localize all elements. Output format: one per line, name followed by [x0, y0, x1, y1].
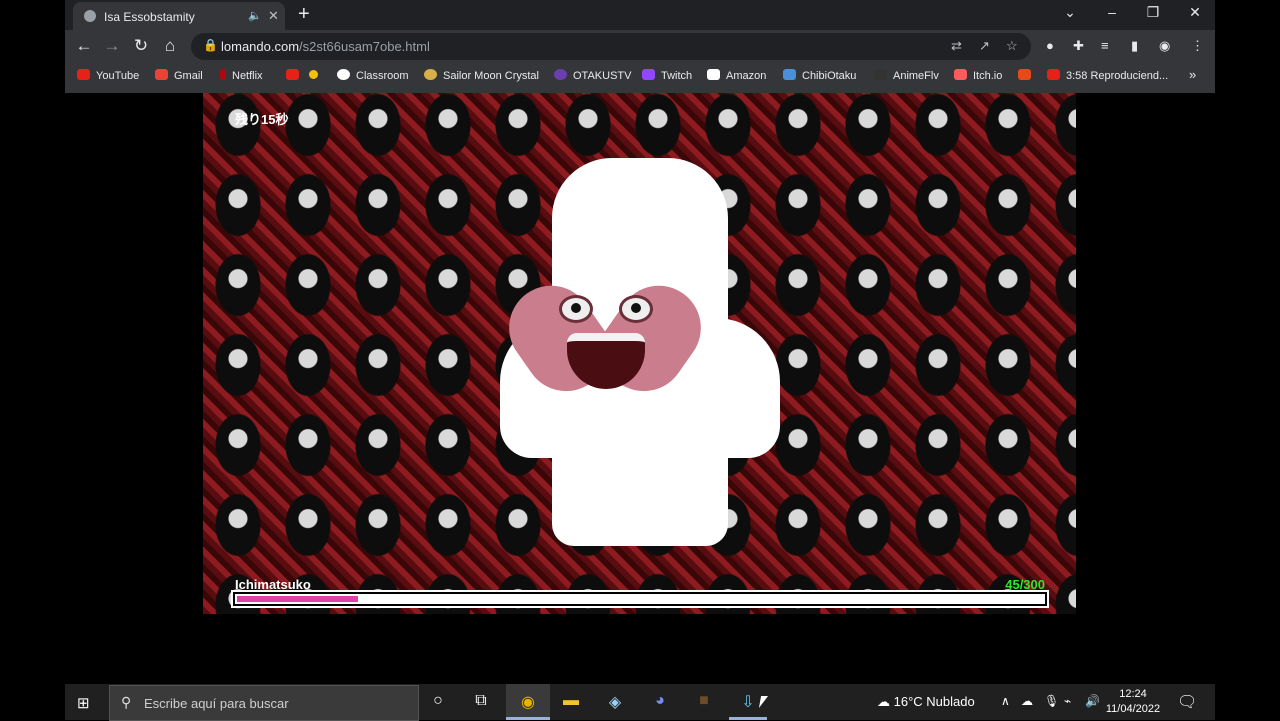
bookmark-classroom[interactable]: Classroom: [337, 69, 409, 82]
notification-icon[interactable]: 🗨: [1177, 692, 1197, 712]
chrome-icon[interactable]: ◉: [513, 692, 543, 712]
back-button[interactable]: ←: [73, 36, 95, 56]
bookmark-netflix[interactable]: Netflix: [220, 69, 263, 82]
cloud-icon: ☁: [877, 694, 894, 709]
bookmark-youtube[interactable]: YouTube: [77, 69, 139, 82]
moon-icon: [424, 69, 437, 80]
netflix-icon: [220, 69, 226, 80]
animeflv-icon: [874, 69, 887, 80]
bookmarks-bar: YouTube Gmail Netflix Classroom Sailor M…: [65, 63, 1215, 93]
tab-search-icon[interactable]: ⌄: [1050, 4, 1090, 21]
game-canvas[interactable]: 残り15秒 Ichimatsuko 45/300: [203, 93, 1076, 614]
reload-button[interactable]: ↻: [130, 36, 152, 56]
clock-time: 12:24: [1119, 688, 1147, 700]
minimize-button[interactable]: –: [1092, 4, 1132, 20]
lock-icon[interactable]: 🔒: [203, 38, 218, 52]
clock-date: 11/04/2022: [1105, 703, 1161, 715]
network-icon[interactable]: ⌁: [1064, 694, 1071, 708]
tab-strip: Isa Essobstamity 🔈 ✕ + ⌄ – ❐ ✕: [65, 0, 1215, 30]
search-icon: ⚲: [121, 694, 132, 710]
bookmark-chibiotaku[interactable]: ChibiOtaku: [783, 69, 856, 82]
more-bookmarks-chevron-icon[interactable]: »: [1189, 67, 1196, 82]
speaker-icon[interactable]: 🔈: [248, 9, 262, 22]
google-icon: [337, 69, 350, 80]
hp-bar: [231, 590, 1049, 608]
bookmark-animeflv[interactable]: AnimeFlv: [874, 69, 939, 82]
bookmark-gmail[interactable]: Gmail: [155, 69, 203, 82]
bookmark-sparkle[interactable]: [309, 69, 324, 81]
itchio-icon: [954, 69, 967, 80]
menu-dots-icon[interactable]: ⋮: [1191, 38, 1204, 54]
hp-bar-fill: [237, 596, 358, 602]
bookmark-amazon[interactable]: Amazon: [707, 69, 766, 82]
home-button[interactable]: ⌂: [159, 36, 181, 56]
tab-title: Isa Essobstamity: [104, 10, 195, 24]
url-text[interactable]: lomando.com/s2st66usam7obe.html: [221, 39, 430, 54]
close-window-button[interactable]: ✕: [1175, 4, 1215, 21]
bookmark-now-playing[interactable]: 3:58 Reproduciend...: [1047, 69, 1168, 82]
restore-button[interactable]: ❐: [1133, 4, 1173, 21]
right-eye: [619, 295, 653, 323]
hp-counter: 45/300: [1005, 577, 1045, 592]
heart-monster-face[interactable]: [492, 263, 718, 418]
extension-avatar-icon[interactable]: ●: [1046, 38, 1054, 53]
steam-icon[interactable]: ◈: [600, 692, 630, 712]
bookmark-itchio[interactable]: Itch.io: [954, 69, 1002, 82]
left-eye: [559, 295, 593, 323]
bookmark-otakustv[interactable]: OTAKUSTV: [554, 69, 631, 82]
cortana-icon[interactable]: ○: [423, 692, 453, 710]
browser-toolbar: ← → ↻ ⌂ 🔒 lomando.com/s2st66usam7obe.htm…: [65, 30, 1215, 63]
share-icon[interactable]: ↗: [979, 38, 990, 54]
taskbar: ⊞ ⚲ Escribe aquí para buscar ○ ⧉ ◉ ▬ ◈ ◕…: [65, 684, 1215, 721]
side-panel-icon[interactable]: ▮: [1131, 38, 1138, 54]
minecraft-icon[interactable]: ■: [689, 692, 719, 710]
search-placeholder: Escribe aquí para buscar: [144, 696, 289, 711]
taskbar-search-box[interactable]: ⚲ Escribe aquí para buscar: [109, 685, 419, 721]
onedrive-icon[interactable]: ☁: [1021, 694, 1033, 708]
browser-window: Isa Essobstamity 🔈 ✕ + ⌄ – ❐ ✕ ← → ↻ ⌂ 🔒…: [65, 0, 1215, 93]
bookmark-red-icon[interactable]: [1018, 69, 1037, 82]
windows-start-icon[interactable]: ⊞: [77, 694, 90, 712]
microphone-icon[interactable]: 🎙: [1044, 694, 1059, 708]
gmail-icon: [155, 69, 168, 80]
discord-icon[interactable]: ◕: [645, 692, 675, 710]
globe-icon: [84, 10, 96, 22]
amazon-icon: [707, 69, 720, 80]
weather-widget[interactable]: ☁ 16°C Nublado: [877, 694, 975, 710]
fox-icon: [1018, 69, 1031, 80]
address-bar[interactable]: 🔒 lomando.com/s2st66usam7obe.html ⇄ ↗ ☆: [191, 33, 1031, 60]
tray-chevron-icon[interactable]: ∧: [1001, 694, 1010, 708]
extensions-puzzle-icon[interactable]: ✚: [1073, 38, 1084, 54]
bookmark-star-icon[interactable]: ☆: [1006, 38, 1018, 54]
bookmark-twitch[interactable]: Twitch: [642, 69, 692, 82]
media-control-icon[interactable]: ≡: [1101, 38, 1109, 53]
close-tab-icon[interactable]: ✕: [268, 8, 279, 24]
twitch-icon: [642, 69, 655, 80]
active-tab[interactable]: Isa Essobstamity 🔈 ✕: [73, 2, 285, 30]
file-explorer-icon[interactable]: ▬: [556, 692, 586, 710]
youtube-icon: [286, 69, 299, 80]
translate-icon[interactable]: ⇄: [951, 38, 962, 54]
volume-icon[interactable]: 🔊: [1085, 694, 1100, 708]
youtube-icon: [1047, 69, 1060, 80]
chibiotaku-icon: [783, 69, 796, 80]
otakustv-icon: [554, 69, 567, 80]
youtube-icon: [77, 69, 90, 80]
app-download-icon[interactable]: ⇩: [733, 692, 763, 712]
forward-button[interactable]: →: [101, 36, 123, 56]
profile-avatar-icon[interactable]: ◉: [1159, 38, 1170, 54]
system-clock[interactable]: 12:24 11/04/2022: [1105, 687, 1161, 717]
sparkle-icon: [309, 70, 318, 79]
time-remaining: 残り15秒: [235, 112, 289, 127]
new-tab-button[interactable]: +: [298, 3, 310, 26]
bookmark-sailor-moon[interactable]: Sailor Moon Crystal: [424, 69, 539, 82]
task-view-icon[interactable]: ⧉: [466, 692, 496, 710]
bookmark-youtube-2[interactable]: [286, 69, 305, 82]
enemy-name: Ichimatsuko: [235, 577, 311, 592]
